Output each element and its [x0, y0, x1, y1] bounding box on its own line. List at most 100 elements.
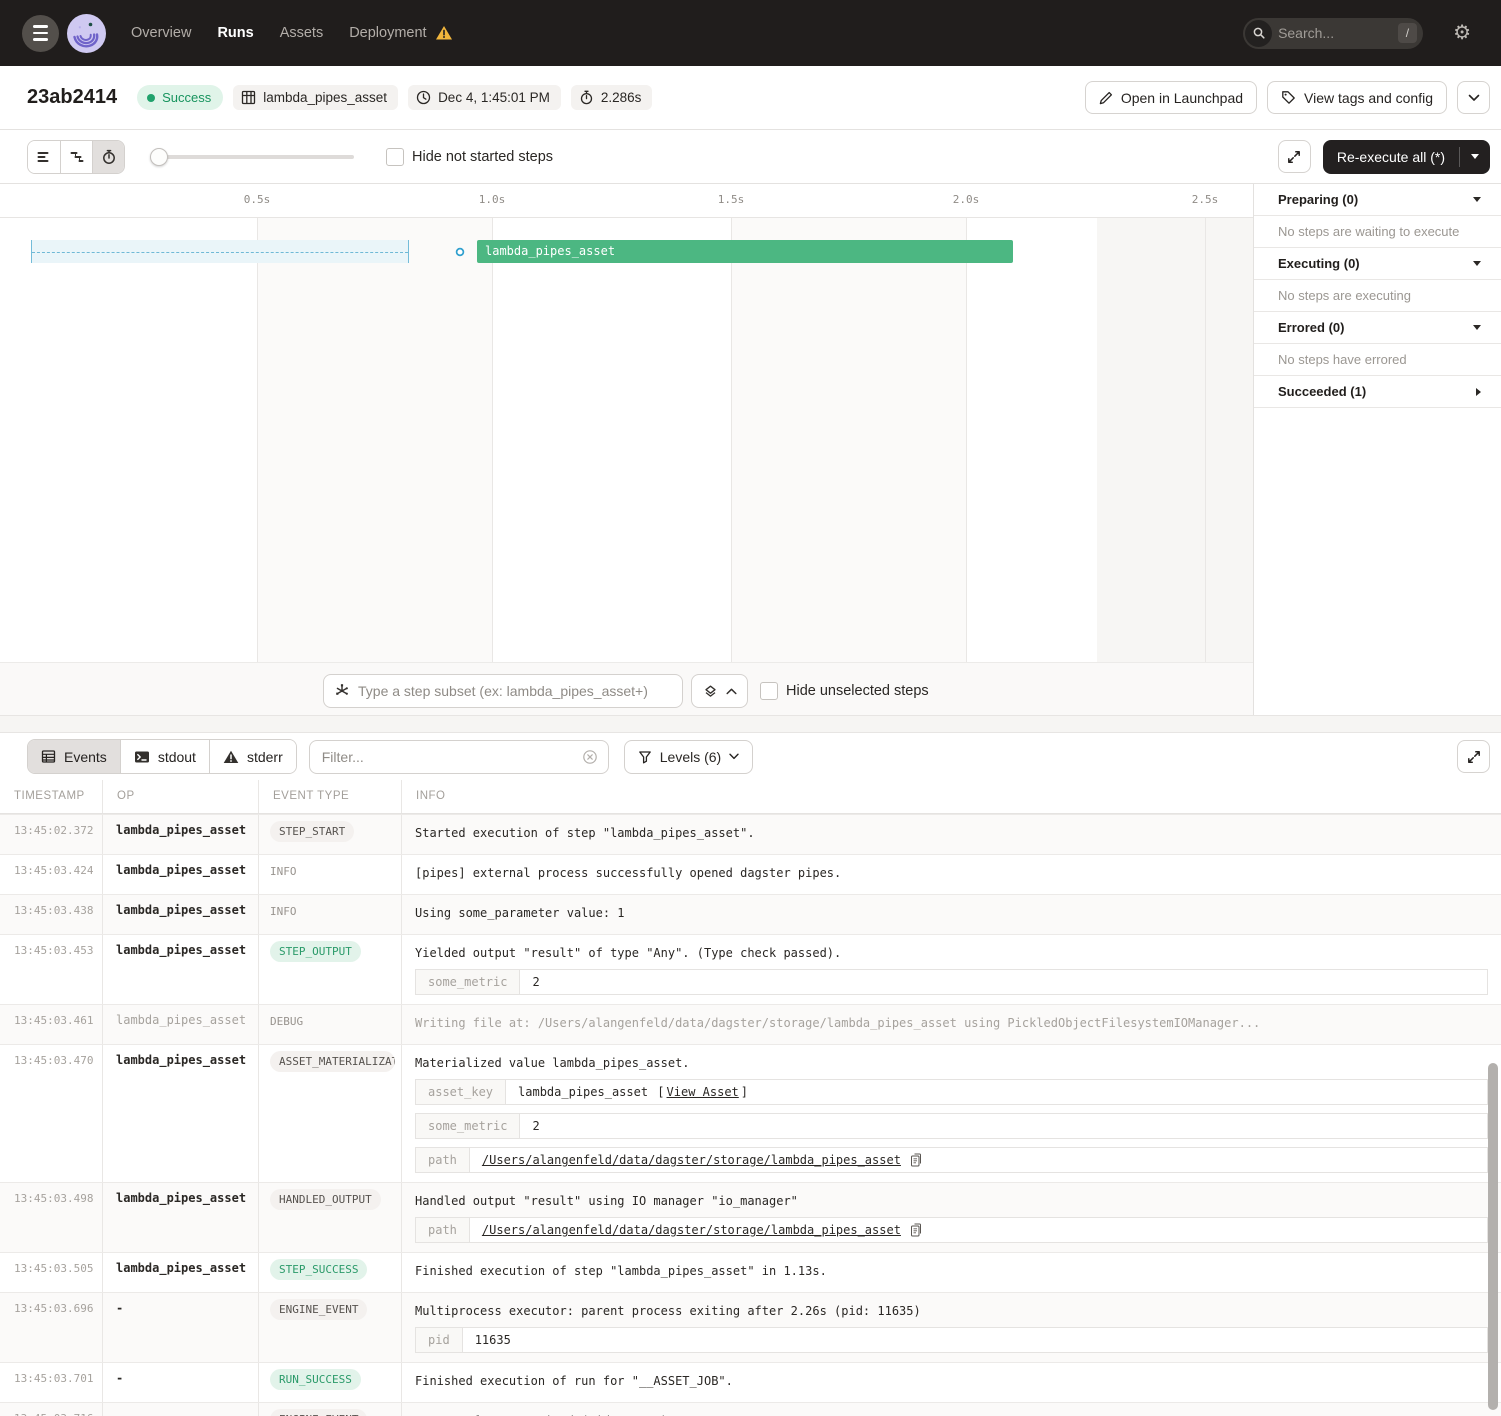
log-filter-field[interactable]	[309, 740, 609, 774]
time-band	[731, 218, 966, 662]
log-message: Writing file at: /Users/alangenfeld/data…	[415, 1013, 1488, 1031]
run-actions-dropdown-button[interactable]	[1457, 81, 1490, 114]
log-row[interactable]: 13:45:03.453 lambda_pipes_asset STEP_OUT…	[0, 935, 1501, 1005]
nav-deployment[interactable]: Deployment	[349, 25, 426, 41]
log-message: Using some_parameter value: 1	[415, 903, 1488, 921]
gantt-footer: Hide unselected steps	[0, 662, 1253, 715]
global-search[interactable]: /	[1243, 18, 1423, 49]
log-event-type: ENGINE_EVENT	[259, 1293, 402, 1362]
metadata-link[interactable]: /Users/alangenfeld/data/dagster/storage/…	[482, 1153, 901, 1167]
log-timestamp: 13:45:03.438	[0, 895, 103, 934]
step-status-sidebar: Preparing (0) No steps are waiting to ex…	[1253, 184, 1501, 715]
copy-icon[interactable]	[910, 1153, 922, 1167]
metadata-table: path/Users/alangenfeld/data/dagster/stor…	[415, 1147, 1488, 1173]
run-id: 23ab2414	[27, 86, 117, 109]
sidebar-section-errored[interactable]: Errored (0)	[1254, 312, 1501, 344]
start-time-tag[interactable]: Dec 4, 1:45:01 PM	[408, 85, 561, 110]
metadata-value: 2	[520, 1114, 551, 1138]
log-row[interactable]: 13:45:03.498 lambda_pipes_asset HANDLED_…	[0, 1183, 1501, 1253]
log-op: lambda_pipes_asset	[103, 895, 259, 934]
gantt-chart[interactable]: 0.5s 1.0s 1.5s 2.0s 2.5s lambda_pipes_as…	[0, 184, 1253, 715]
view-mode-waterfall-button[interactable]	[60, 141, 92, 173]
col-op: OP	[103, 780, 259, 813]
log-row[interactable]: 13:45:03.470 lambda_pipes_asset ASSET_MA…	[0, 1045, 1501, 1183]
log-timestamp: 13:45:03.461	[0, 1005, 103, 1044]
log-row[interactable]: 13:45:03.696 - ENGINE_EVENT Multiprocess…	[0, 1293, 1501, 1363]
duration-tag[interactable]: 2.286s	[571, 85, 653, 110]
log-message: Finished execution of run for "__ASSET_J…	[415, 1371, 1488, 1389]
sidebar-empty-errored: No steps have errored	[1254, 344, 1501, 376]
levels-filter-button[interactable]: Levels (6)	[624, 740, 753, 774]
view-mode-timed-button[interactable]	[92, 141, 124, 173]
sidebar-section-preparing[interactable]: Preparing (0)	[1254, 184, 1501, 216]
zoom-slider[interactable]	[150, 148, 354, 166]
graph-query-toggle-button[interactable]	[691, 674, 748, 708]
log-rows: captured_logsView stdout / stderr 13:45:…	[0, 814, 1501, 1416]
log-fullscreen-button[interactable]	[1457, 740, 1490, 773]
log-row[interactable]: 13:45:03.438 lambda_pipes_asset INFO Usi…	[0, 895, 1501, 935]
search-icon	[1245, 20, 1272, 47]
metadata-key: path	[416, 1148, 470, 1172]
dagster-logo-icon[interactable]	[66, 13, 107, 54]
panel-divider[interactable]	[0, 715, 1501, 733]
hide-unselected-label[interactable]: Hide unselected steps	[786, 683, 929, 699]
tab-stderr[interactable]: stderr	[209, 740, 296, 773]
job-tag[interactable]: lambda_pipes_asset	[233, 85, 398, 110]
sidebar-section-executing[interactable]: Executing (0)	[1254, 248, 1501, 280]
top-nav: Overview Runs Assets Deployment / ⚙	[0, 0, 1501, 66]
tab-events[interactable]: Events	[28, 740, 120, 773]
log-event-type: STEP_START	[259, 815, 402, 854]
step-subset-input[interactable]	[358, 683, 672, 699]
sidebar-empty-preparing: No steps are waiting to execute	[1254, 216, 1501, 248]
step-subset-field[interactable]	[323, 674, 683, 708]
log-op: lambda_pipes_asset	[103, 1253, 259, 1292]
hide-unselected-checkbox[interactable]	[760, 682, 778, 700]
log-message: [pipes] external process successfully op…	[415, 863, 1488, 881]
clear-filter-icon[interactable]	[582, 749, 598, 765]
settings-gear-icon[interactable]: ⚙	[1453, 23, 1471, 43]
log-toolbar: Events stdout stderr Levels (6)	[0, 733, 1501, 780]
log-info: Handled output "result" using IO manager…	[402, 1183, 1501, 1252]
pencil-icon	[1099, 91, 1113, 105]
log-event-type: STEP_SUCCESS	[259, 1253, 402, 1292]
search-input[interactable]	[1272, 25, 1398, 41]
reexecute-all-button[interactable]: Re-execute all (*)	[1323, 140, 1490, 174]
sidebar-section-succeeded[interactable]: Succeeded (1)	[1254, 376, 1501, 408]
log-message: Started execution of step "lambda_pipes_…	[415, 823, 1488, 841]
log-row[interactable]: 13:45:03.701 - RUN_SUCCESS Finished exec…	[0, 1363, 1501, 1403]
copy-icon[interactable]	[910, 1223, 922, 1237]
view-asset-link[interactable]: View Asset	[667, 1085, 739, 1099]
log-row[interactable]: 13:45:03.505 lambda_pipes_asset STEP_SUC…	[0, 1253, 1501, 1293]
gantt-fullscreen-button[interactable]	[1278, 140, 1311, 173]
metadata-link[interactable]: /Users/alangenfeld/data/dagster/storage/…	[482, 1223, 901, 1237]
stopwatch-icon	[579, 90, 594, 105]
reexecute-dropdown-caret[interactable]	[1460, 140, 1490, 174]
clock-icon	[416, 90, 431, 105]
log-row[interactable]: 13:45:03.716 - ENGINE_EVENT Process for …	[0, 1403, 1501, 1416]
open-in-launchpad-button[interactable]: Open in Launchpad	[1085, 81, 1257, 114]
event-type-badge: STEP_OUTPUT	[270, 941, 361, 962]
axis-tick: 2.5s	[1192, 193, 1219, 206]
zoom-slider-thumb[interactable]	[150, 148, 168, 166]
event-type-badge: ENGINE_EVENT	[270, 1409, 367, 1416]
nav-overview[interactable]: Overview	[131, 25, 191, 41]
gridline	[966, 218, 967, 715]
gantt-step-bar[interactable]: lambda_pipes_asset	[477, 240, 1013, 263]
nav-runs[interactable]: Runs	[217, 25, 253, 41]
nav-assets[interactable]: Assets	[280, 25, 324, 41]
hide-not-started-checkbox[interactable]	[386, 148, 404, 166]
log-row[interactable]: 13:45:02.372 lambda_pipes_asset STEP_STA…	[0, 815, 1501, 855]
log-op: -	[103, 1293, 259, 1362]
menu-button[interactable]	[22, 15, 59, 52]
log-filter-input[interactable]	[322, 749, 574, 765]
tab-stdout[interactable]: stdout	[120, 740, 209, 773]
metadata-value: lambda_pipes_asset [View Asset]	[506, 1080, 760, 1104]
view-tags-config-button[interactable]: View tags and config	[1267, 81, 1447, 114]
log-scrollbar-thumb[interactable]	[1488, 1063, 1498, 1410]
hide-not-started-label[interactable]: Hide not started steps	[412, 149, 553, 165]
layers-icon	[703, 684, 718, 699]
log-row[interactable]: 13:45:03.424 lambda_pipes_asset INFO [pi…	[0, 855, 1501, 895]
view-mode-flat-button[interactable]	[28, 141, 60, 173]
log-row[interactable]: 13:45:03.461 lambda_pipes_asset DEBUG Wr…	[0, 1005, 1501, 1045]
zoom-slider-track[interactable]	[150, 155, 354, 159]
